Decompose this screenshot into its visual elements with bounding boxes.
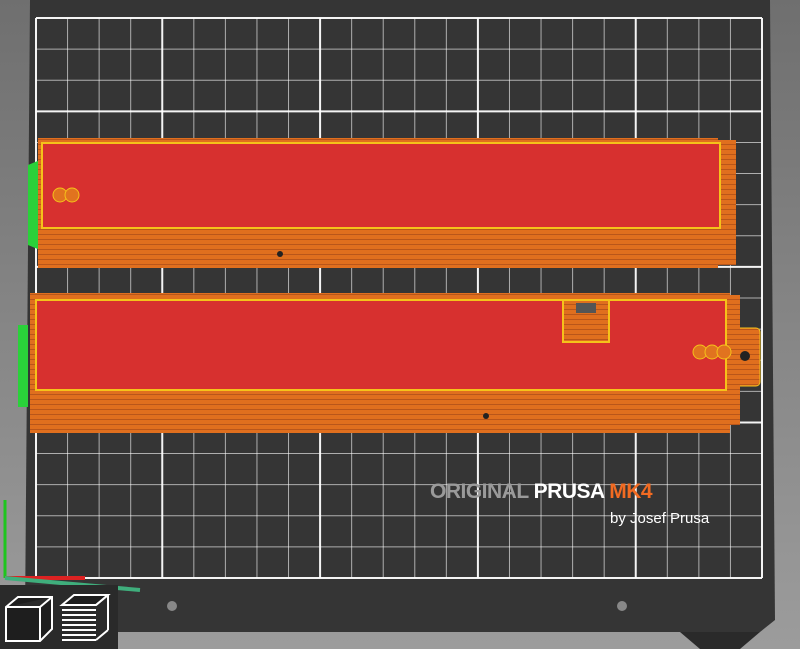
logo-prusa: PRUSA xyxy=(533,480,605,503)
bed-hole xyxy=(167,601,177,611)
logo-model: MK4 xyxy=(609,480,653,503)
object-2[interactable] xyxy=(18,293,761,433)
layers-icon[interactable] xyxy=(58,591,112,645)
bed-foot-right xyxy=(680,632,760,649)
logo-original: ORIGINAL xyxy=(430,480,529,503)
object-1[interactable] xyxy=(28,138,736,268)
view-toolbar xyxy=(0,585,118,649)
3d-scene[interactable] xyxy=(0,0,800,649)
logo-byline: by Josef Prusa xyxy=(610,510,710,527)
support xyxy=(18,325,28,407)
bed-hole xyxy=(617,601,627,611)
bed-logo: ORIGINAL PRUSA MK4 xyxy=(430,480,653,504)
cube-icon[interactable] xyxy=(2,591,56,645)
